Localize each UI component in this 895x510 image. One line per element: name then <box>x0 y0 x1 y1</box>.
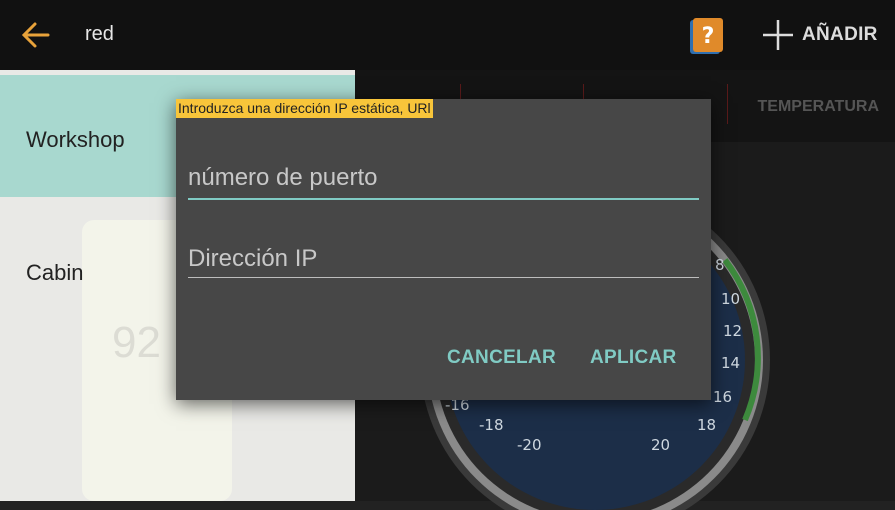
ip-address-placeholder: Dirección IP <box>188 245 318 272</box>
tab-divider <box>727 84 728 124</box>
static-ip-dialog: Introduzca una dirección IP estática, UR… <box>176 99 711 400</box>
gauge-tick-label: -20 <box>517 436 542 454</box>
arrow-left-icon[interactable] <box>18 17 54 53</box>
gauge-tick-label: 14 <box>721 354 740 372</box>
port-number-field[interactable]: número de puerto <box>188 159 699 201</box>
help-book-icon[interactable]: ? <box>684 12 730 58</box>
apply-button[interactable]: APLICAR <box>590 347 677 369</box>
list-item-label: Cabin <box>26 260 84 285</box>
gauge-tick-label: -18 <box>479 416 504 434</box>
dialog-hint: Introduzca una dirección IP estática, UR… <box>176 99 433 118</box>
gauge-tick-label: 8 <box>715 256 725 274</box>
svg-text:?: ? <box>702 24 715 49</box>
port-number-placeholder: número de puerto <box>188 164 378 191</box>
gauge-tick-label: 18 <box>697 416 716 434</box>
plus-icon <box>763 20 793 50</box>
port-field-underline <box>188 198 699 200</box>
app-bar: red ? AÑADIR <box>0 0 895 70</box>
gauge-tick-label: 16 <box>713 388 732 406</box>
add-button[interactable]: AÑADIR <box>760 15 878 55</box>
tab-temperature[interactable]: TEMPERATURA <box>758 98 879 116</box>
gauge-tick-label: 12 <box>723 322 742 340</box>
thermometer-value: 92 <box>112 318 161 367</box>
gauge-tick-label: 20 <box>651 436 670 454</box>
add-button-label: AÑADIR <box>802 24 878 45</box>
gauge-tick-label: 10 <box>721 290 740 308</box>
ip-address-field[interactable]: Dirección IP <box>188 239 699 281</box>
list-item-label: Workshop <box>26 127 125 152</box>
cancel-button[interactable]: CANCELAR <box>447 347 556 369</box>
ip-field-underline <box>188 277 699 278</box>
page-title: red <box>85 23 114 45</box>
